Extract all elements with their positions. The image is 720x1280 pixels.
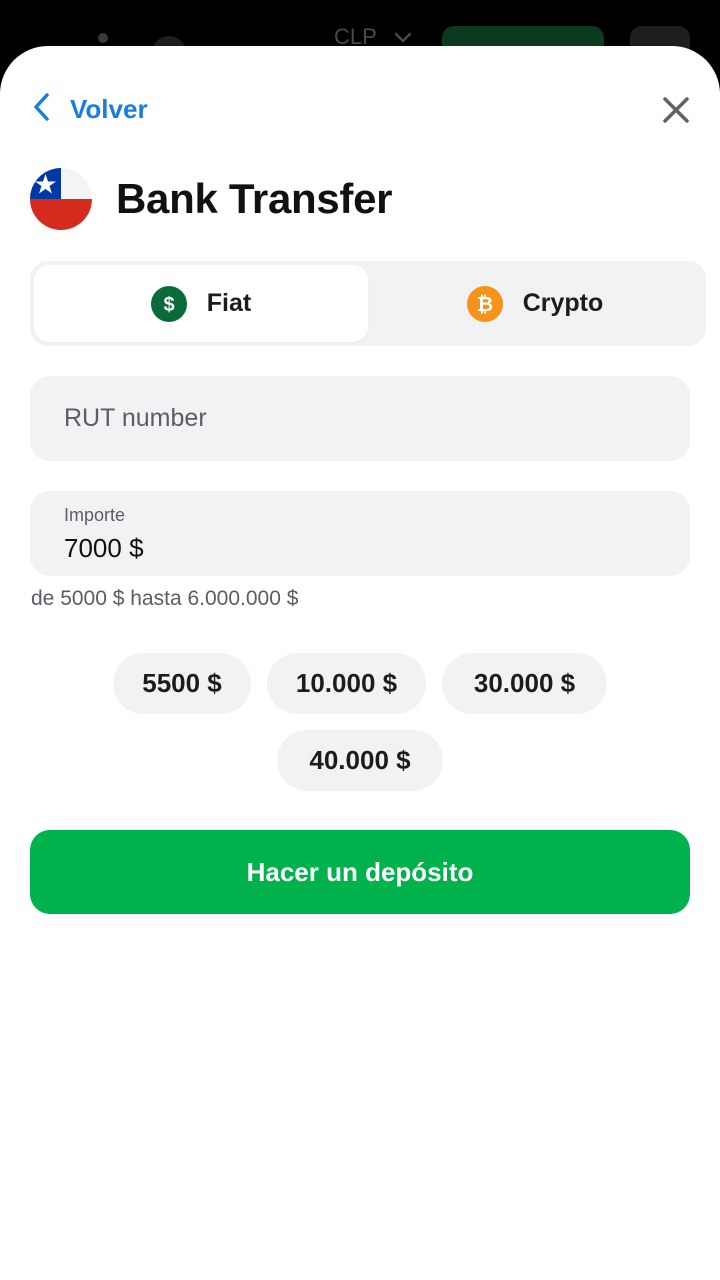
- rut-number-input[interactable]: RUT number: [30, 376, 690, 461]
- payment-type-switch: $ Fiat ₿ Crypto: [30, 261, 706, 346]
- amount-label: Importe: [64, 505, 126, 525]
- svg-text:$: $: [163, 294, 174, 316]
- amount-range-hint: de 5000 $ hasta 6.000.000 $: [31, 587, 299, 610]
- back-label: Volver: [70, 93, 148, 124]
- bitcoin-icon: ₿: [466, 285, 503, 322]
- tab-fiat-label: Fiat: [206, 289, 252, 317]
- close-icon: [663, 97, 689, 123]
- back-button[interactable]: Volver: [32, 92, 148, 127]
- chevron-left-icon: [32, 92, 52, 127]
- dollar-icon: $: [150, 285, 187, 322]
- page-title: Bank Transfer: [116, 175, 393, 222]
- quick-amount-chip[interactable]: 40.000 $: [277, 730, 443, 791]
- close-button[interactable]: [660, 94, 692, 126]
- method-header: Bank Transfer: [30, 168, 393, 230]
- chile-flag-icon: [30, 168, 92, 230]
- tab-crypto-label: Crypto: [522, 289, 604, 317]
- status-dot-icon: [98, 33, 108, 43]
- amount-value: 7000 $: [64, 533, 144, 563]
- quick-amount-chip[interactable]: 30.000 $: [442, 653, 607, 714]
- make-deposit-button[interactable]: Hacer un depósito: [30, 830, 690, 914]
- quick-amount-chip[interactable]: 5500 $: [113, 653, 251, 714]
- tab-crypto[interactable]: ₿ Crypto: [368, 265, 702, 342]
- svg-text:₿: ₿: [477, 294, 493, 316]
- amount-input[interactable]: Importe 7000 $: [30, 491, 690, 576]
- rut-number-placeholder: RUT number: [64, 404, 207, 432]
- tab-fiat[interactable]: $ Fiat: [34, 265, 368, 342]
- deposit-sheet: Volver Bank Transfer $ Fiat ₿ Crypto RUT…: [0, 46, 720, 1280]
- quick-amount-chip[interactable]: 10.000 $: [267, 653, 426, 714]
